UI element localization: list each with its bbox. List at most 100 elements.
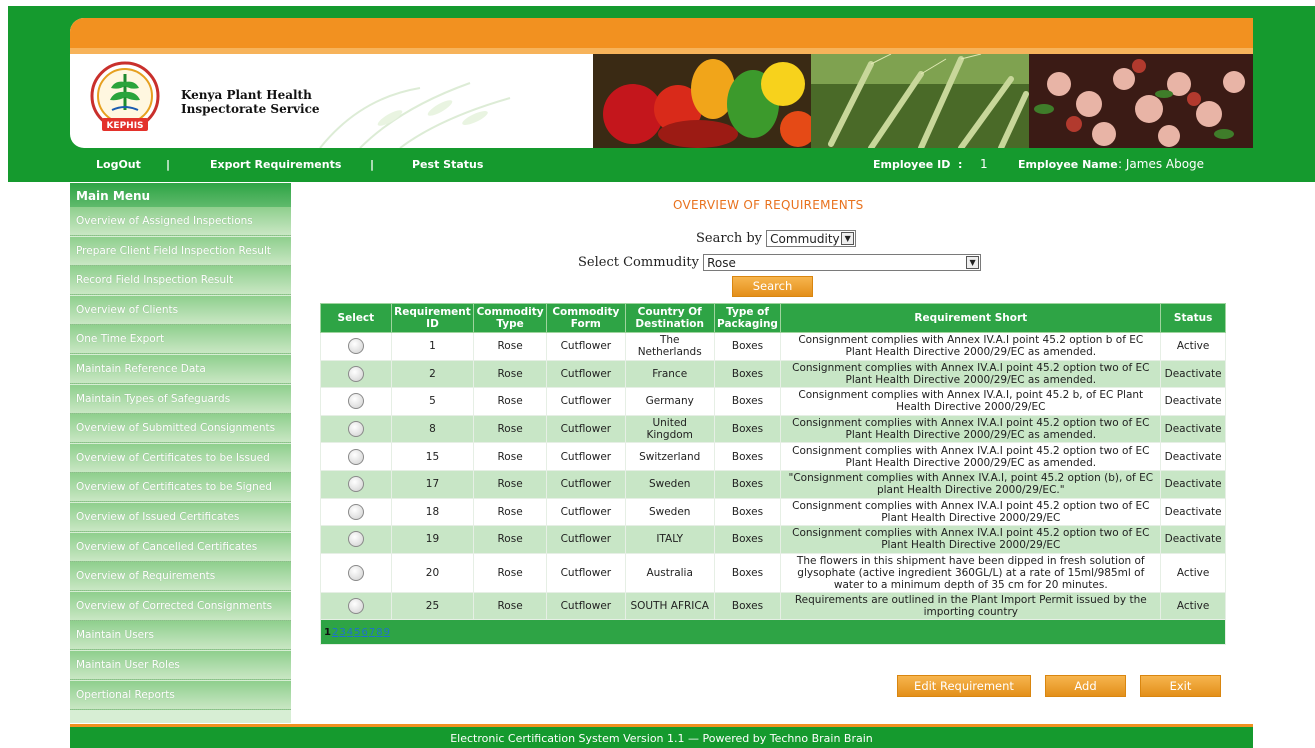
pager-row: 123456789 <box>320 619 1226 646</box>
page-link[interactable]: 8 <box>376 627 382 638</box>
cell-type: Rose <box>473 497 547 527</box>
row-select-radio[interactable] <box>347 421 364 438</box>
row-select-radio[interactable] <box>347 365 364 382</box>
cell-short: "Consignment complies with Annex IV.A.I,… <box>780 469 1162 499</box>
row-select-radio[interactable] <box>347 564 364 581</box>
cell-form: Cutflower <box>545 387 626 416</box>
select-cell <box>320 414 392 444</box>
flowers-photo <box>1029 54 1253 148</box>
cell-type: Rose <box>473 387 547 416</box>
column-header: Status <box>1160 303 1226 333</box>
cell-packaging: Boxes <box>713 525 782 554</box>
sidebar-menu-item[interactable]: Maintain Types of Safeguards <box>70 384 291 414</box>
column-header: Requirement Short <box>780 303 1162 333</box>
column-header: Requirement ID <box>390 303 475 333</box>
sidebar-menu-item[interactable]: Overview of Clients <box>70 295 291 325</box>
search-by-select[interactable]: Commudity ▼ <box>766 230 857 247</box>
cell-short: Consignment complies with Annex IV.A.I p… <box>780 442 1162 471</box>
leaf-watermark <box>300 78 520 148</box>
cell-type: Rose <box>473 359 547 389</box>
select-cell <box>320 359 392 389</box>
row-select-radio[interactable] <box>347 598 364 615</box>
table-row: 20 Rose Cutflower Australia Boxes The flowers… <box>320 552 1226 593</box>
chevron-down-icon: ▼ <box>966 256 980 269</box>
page-link[interactable]: 7 <box>369 627 375 638</box>
commodity-select[interactable]: Rose ▼ <box>703 254 982 271</box>
sidebar-menu-item[interactable]: Prepare Client Field Inspection Result <box>70 236 291 266</box>
cell-status: Deactivate <box>1160 387 1226 416</box>
search-button[interactable]: Search <box>732 276 813 297</box>
logout-link[interactable]: LogOut <box>96 158 141 171</box>
sidebar-menu-item[interactable]: One Time Export <box>70 325 291 355</box>
sidebar-menu-item[interactable]: Maintain User Roles <box>70 651 291 680</box>
cell-form: Cutflower <box>545 591 626 621</box>
nav-separator: | <box>370 158 375 171</box>
row-select-radio[interactable] <box>347 531 364 548</box>
table-row: 15 Rose Cutflower Switzerland Boxes Consignme… <box>320 442 1226 471</box>
row-select-radio[interactable] <box>347 448 364 465</box>
table-row: 25 Rose Cutflower SOUTH AFRICA Boxes Requirem… <box>320 591 1226 621</box>
row-select-radio[interactable] <box>347 476 364 493</box>
column-header: Country Of Destination <box>624 303 715 333</box>
sidebar-menu-item[interactable]: Overview of Certificates to be Issued <box>70 443 291 473</box>
page-link[interactable]: 6 <box>361 627 367 638</box>
row-select-radio[interactable] <box>347 393 364 410</box>
sidebar-menu-item[interactable]: Overview of Requirements <box>70 562 291 592</box>
sidebar-menu-item[interactable]: Overview of Certificates to be Signed <box>70 473 291 503</box>
search-by-label: Search by <box>696 231 763 246</box>
page-link[interactable]: 3 <box>339 627 345 638</box>
employee-name-label: Employee Name <box>1018 158 1118 171</box>
page-link[interactable]: 4 <box>347 627 353 638</box>
table-body: 1 Rose Cutflower The Netherlands Boxes Consig… <box>320 332 1226 646</box>
cell-status: Active <box>1160 552 1226 593</box>
row-select-radio[interactable] <box>347 503 364 520</box>
sidebar-menu-item[interactable]: Maintain Users <box>70 621 291 651</box>
employee-id-label: Employee ID <box>873 158 951 171</box>
cell-id: 15 <box>390 442 475 471</box>
sidebar-menu-item[interactable]: Overview of Cancelled Certificates <box>70 532 291 562</box>
cell-short: Consignment complies with Annex IV.A.I p… <box>780 359 1162 389</box>
nav-separator: | <box>166 158 171 171</box>
cell-country: Switzerland <box>624 442 715 471</box>
cell-status: Active <box>1160 332 1226 361</box>
cell-type: Rose <box>473 525 547 554</box>
page-link[interactable]: 2 <box>332 627 338 638</box>
table-row: 18 Rose Cutflower Sweden Boxes Consignment co… <box>320 497 1226 527</box>
column-header: Type of Packaging <box>713 303 782 333</box>
header-orange-band <box>70 18 1253 54</box>
pest-status-link[interactable]: Pest Status <box>412 158 483 171</box>
page-link[interactable]: 9 <box>384 627 390 638</box>
sidebar-menu-item[interactable]: Overview of Assigned Inspections <box>70 207 291 236</box>
export-requirements-link[interactable]: Export Requirements <box>210 158 341 171</box>
sidebar-menu-item[interactable]: Maintain Reference Data <box>70 355 291 384</box>
table-row: 1 Rose Cutflower The Netherlands Boxes Consig… <box>320 332 1226 361</box>
cell-form: Cutflower <box>545 469 626 499</box>
exit-button[interactable]: Exit <box>1140 675 1221 697</box>
pagination: 123456789 <box>320 619 1226 646</box>
sidebar-menu-item[interactable]: Overview of Corrected Consignments <box>70 591 291 621</box>
sidebar-menu-item[interactable]: Overview of Submitted Consignments <box>70 414 291 444</box>
add-button[interactable]: Add <box>1045 675 1126 697</box>
cell-type: Rose <box>473 469 547 499</box>
logo-text: KEPHIS <box>106 121 143 131</box>
table-header-row: Select Requirement ID Commodity Type Com… <box>320 303 1226 333</box>
table-row: 2 Rose Cutflower France Boxes Consignment com… <box>320 359 1226 389</box>
page-link[interactable]: 5 <box>354 627 360 638</box>
cell-id: 5 <box>390 387 475 416</box>
cell-short: Consignment complies with Annex IV.A.I p… <box>780 497 1162 527</box>
select-commodity-label: Select Commudity <box>578 255 699 270</box>
header-banner: KEPHIS Kenya Plant Health Inspectorate S… <box>70 18 1253 148</box>
cell-status: Deactivate <box>1160 497 1226 527</box>
commodity-select-value: Rose <box>707 256 736 270</box>
cell-country: SOUTH AFRICA <box>624 591 715 621</box>
cell-type: Rose <box>473 332 547 361</box>
cell-form: Cutflower <box>545 497 626 527</box>
sidebar-menu-item[interactable]: Overview of Issued Certificates <box>70 503 291 532</box>
row-select-radio[interactable] <box>347 338 364 355</box>
select-cell <box>320 552 392 593</box>
sidebar-menu-item[interactable]: Opertional Reports <box>70 680 291 710</box>
edit-requirement-button[interactable]: Edit Requirement <box>897 675 1031 697</box>
cell-country: Sweden <box>624 497 715 527</box>
sidebar-menu-item[interactable]: Record Field Inspection Result <box>70 266 291 296</box>
cell-form: Cutflower <box>545 525 626 554</box>
